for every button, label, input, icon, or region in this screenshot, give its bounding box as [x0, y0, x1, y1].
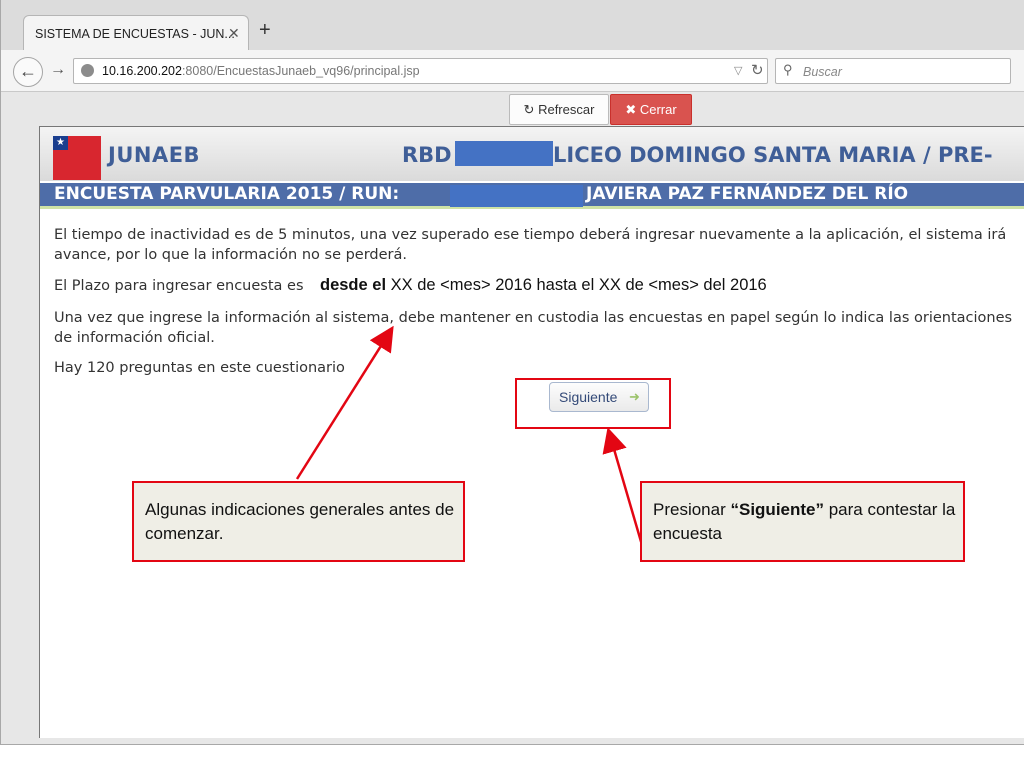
search-icon: ⚲	[783, 62, 793, 77]
forward-arrow-icon[interactable]: →	[50, 61, 66, 79]
address-bar[interactable]: 10.16.200.202:8080/EncuestasJunaeb_vq96/…	[73, 58, 768, 84]
new-tab-icon[interactable]: +	[259, 20, 271, 40]
instructions-callout: Algunas indicaciones generales antes de …	[132, 481, 465, 562]
url-text[interactable]: 10.16.200.202:8080/EncuestasJunaeb_vq96/…	[102, 64, 420, 78]
inactivity-text-line-2: avance, por lo que la información no se …	[54, 247, 408, 263]
close-button[interactable]: ✖ Cerrar	[610, 94, 692, 125]
deadline-dates: XX de <mes> 2016 hasta el XX de <mes> de…	[386, 276, 767, 294]
brand-name: JUNAEB	[108, 143, 201, 167]
redacted-run	[450, 185, 583, 207]
custody-text-line-2: de información oficial.	[54, 330, 215, 346]
globe-icon	[81, 64, 94, 77]
junaeb-logo: ★	[53, 136, 101, 180]
survey-panel: ★ JUNAEB RBD LICEO DOMINGO SANTA MARIA /…	[39, 126, 1024, 738]
survey-title: ENCUESTA PARVULARIA 2015 / RUN:	[54, 184, 400, 204]
app-header: ★ JUNAEB RBD LICEO DOMINGO SANTA MARIA /…	[40, 127, 1024, 181]
next-callout: Presionar “Siguiente” para contestar la …	[640, 481, 965, 562]
redacted-rbd	[455, 141, 553, 166]
deadline-label: El Plazo para ingresar encuesta es	[54, 278, 304, 294]
reload-icon[interactable]: ↻	[751, 61, 764, 79]
url-host: 10.16.200.202	[102, 64, 182, 78]
deadline-bold: desde el	[320, 276, 387, 294]
question-count-text: Hay 120 preguntas en este cuestionario	[54, 360, 345, 376]
browser-tab[interactable]: SISTEMA DE ENCUESTAS - JUN... ✕	[23, 15, 249, 51]
next-button-highlight	[515, 378, 671, 429]
next-callout-prefix: Presionar	[653, 500, 731, 519]
flag-canton: ★	[53, 136, 68, 150]
school-name: LICEO DOMINGO SANTA MARIA / PRE-	[553, 143, 993, 167]
page-content: ↻ Refrescar ✖ Cerrar ★ JUNAEB RBD LICEO …	[1, 92, 1024, 744]
instructions-callout-text: Algunas indicaciones generales antes de …	[145, 500, 455, 543]
search-placeholder: Buscar	[803, 65, 842, 79]
survey-title-bar: ENCUESTA PARVULARIA 2015 / RUN: JAVIERA …	[40, 183, 1024, 209]
custody-text-line-1: Una vez que ingrese la información al si…	[54, 310, 1013, 326]
close-icon: ✖	[625, 102, 637, 117]
refresh-button[interactable]: ↻ Refrescar	[509, 94, 609, 125]
close-label: Cerrar	[639, 102, 677, 117]
rbd-label: RBD	[402, 143, 452, 167]
tab-strip: SISTEMA DE ENCUESTAS - JUN... ✕ +	[1, 0, 1024, 51]
close-tab-icon[interactable]: ✕	[228, 25, 240, 42]
dropdown-arrow-icon[interactable]: ▽	[734, 64, 742, 77]
back-arrow-icon[interactable]: ←	[13, 57, 43, 87]
refresh-label: Refrescar	[538, 102, 595, 117]
star-icon: ★	[56, 137, 65, 148]
navigation-bar: ← → 10.16.200.202:8080/EncuestasJunaeb_v…	[1, 50, 1024, 92]
refresh-icon: ↻	[523, 102, 535, 117]
url-path: :8080/EncuestasJunaeb_vq96/principal.jsp	[181, 64, 420, 78]
browser-window: SISTEMA DE ENCUESTAS - JUN... ✕ + ← → 10…	[0, 0, 1024, 745]
deadline-overlay: desde el XX de <mes> 2016 hasta el XX de…	[320, 276, 767, 295]
student-name: JAVIERA PAZ FERNÁNDEZ DEL RÍO	[586, 184, 909, 204]
inactivity-text-line-1: El tiempo de inactividad es de 5 minutos…	[54, 227, 1007, 243]
search-bar[interactable]: ⚲ Buscar	[775, 58, 1011, 84]
tab-title: SISTEMA DE ENCUESTAS - JUN...	[35, 27, 235, 41]
next-callout-bold: “Siguiente”	[730, 500, 824, 519]
